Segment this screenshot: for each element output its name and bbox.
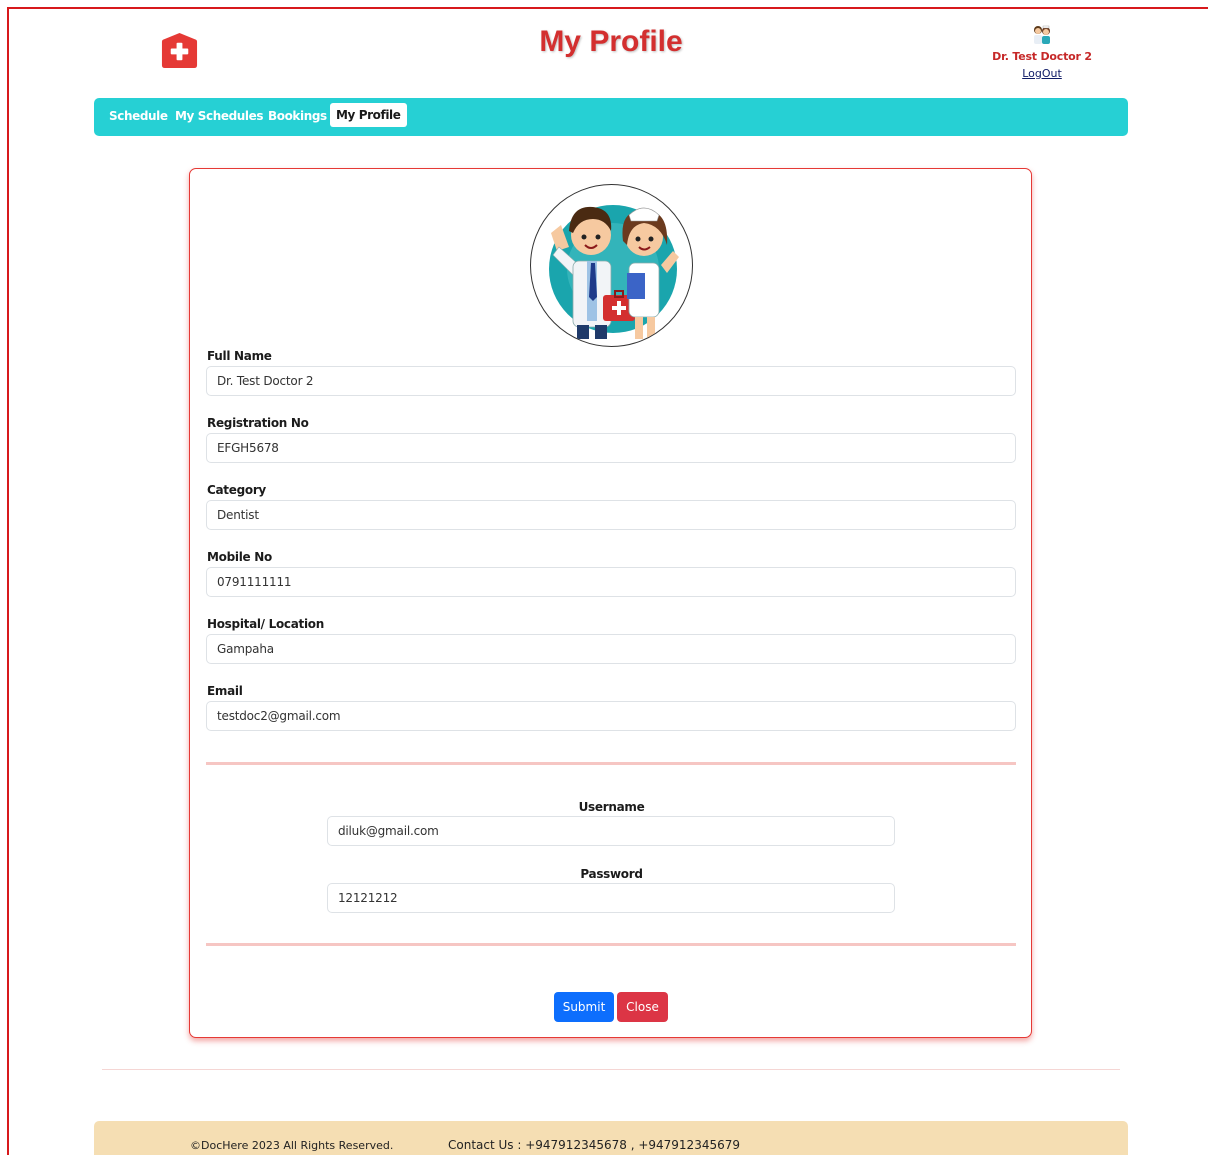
nav-item-schedule[interactable]: Schedule: [109, 109, 168, 123]
user-avatar-icon: [1034, 25, 1050, 44]
footer-divider: [102, 1069, 1120, 1070]
registration-no-field[interactable]: EFGH5678: [206, 433, 1016, 463]
user-menu: Dr. Test Doctor 2 LogOut: [980, 24, 1104, 82]
footer: ©DocHere 2023 All Rights Reserved. Conta…: [94, 1121, 1128, 1155]
section-divider: [206, 943, 1016, 946]
password-label: Password: [580, 867, 643, 881]
hospital-location-label: Hospital/ Location: [207, 617, 324, 631]
footer-contact: Contact Us : +947912345678 , +9479123456…: [448, 1138, 740, 1152]
username-field[interactable]: diluk@gmail.com: [327, 816, 895, 846]
profile-picture: [530, 184, 693, 347]
close-button[interactable]: Close: [617, 992, 668, 1022]
nav-item-my-profile[interactable]: My Profile: [330, 103, 407, 127]
full-name-label: Full Name: [207, 349, 272, 363]
main-nav: Schedule My Schedules Bookings My Profil…: [94, 98, 1128, 136]
category-field[interactable]: Dentist: [206, 500, 1016, 530]
user-name: Dr. Test Doctor 2: [992, 50, 1092, 63]
username-label: Username: [578, 800, 645, 814]
nav-item-bookings[interactable]: Bookings: [268, 109, 327, 123]
mobile-no-field[interactable]: 0791111111: [206, 567, 1016, 597]
footer-copyright: ©DocHere 2023 All Rights Reserved.: [190, 1139, 394, 1152]
category-label: Category: [207, 483, 266, 497]
section-divider: [206, 762, 1016, 765]
page-border-left: [7, 7, 9, 1155]
hospital-location-field[interactable]: Gampaha: [206, 634, 1016, 664]
doctor-nurse-avatar: [549, 205, 679, 339]
email-field[interactable]: testdoc2@gmail.com: [206, 701, 1016, 731]
page-border-top: [8, 7, 1208, 9]
logout-link[interactable]: LogOut: [1022, 67, 1062, 80]
nav-item-my-schedules[interactable]: My Schedules: [175, 109, 264, 123]
profile-card: Full Name Dr. Test Doctor 2 Registration…: [189, 168, 1032, 1038]
mobile-no-label: Mobile No: [207, 550, 272, 564]
registration-no-label: Registration No: [207, 416, 309, 430]
email-label: Email: [207, 684, 243, 698]
full-name-field[interactable]: Dr. Test Doctor 2: [206, 366, 1016, 396]
submit-button[interactable]: Submit: [554, 992, 614, 1022]
password-field[interactable]: 12121212: [327, 883, 895, 913]
